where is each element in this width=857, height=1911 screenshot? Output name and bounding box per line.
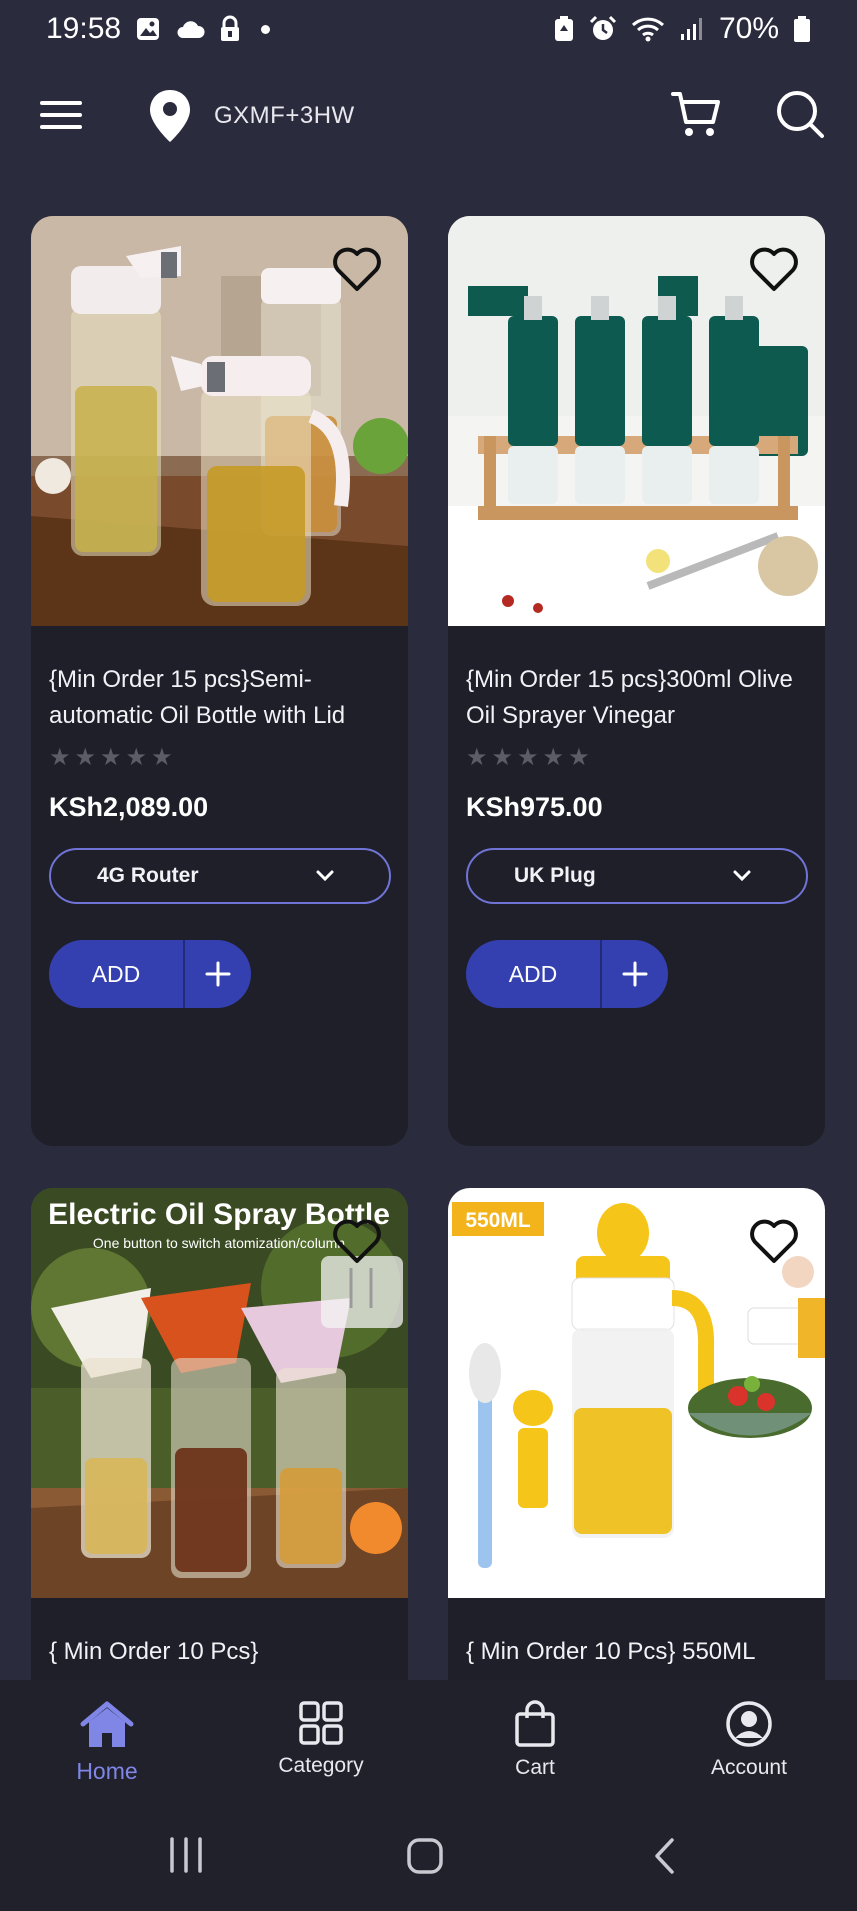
status-bar: 19:58 70%	[0, 0, 857, 58]
product-card[interactable]: 550ML {Min Order 10 Pcs} 550ML	[448, 1188, 825, 1708]
system-navigation-bar	[0, 1797, 857, 1911]
status-time: 19:58	[46, 12, 122, 45]
product-image[interactable]: 550ML	[448, 1188, 825, 1598]
product-title[interactable]: { Min Order 10 Pcs}	[49, 1634, 394, 1670]
add-label: ADD	[91, 960, 141, 987]
star-icon: ★	[517, 744, 539, 771]
favorite-heart-icon[interactable]	[332, 1218, 382, 1264]
product-title[interactable]: { Min Order 10 Pcs} 550ML	[466, 1634, 811, 1670]
cloud-icon	[175, 18, 205, 40]
product-price: KSh975.00	[466, 792, 603, 822]
shopping-bag-icon	[515, 1700, 555, 1747]
recent-apps-icon[interactable]	[166, 1837, 206, 1873]
star-icon: ★	[125, 744, 148, 771]
capacity-badge: 550ML	[465, 1209, 531, 1232]
lock-icon	[219, 15, 241, 43]
plus-icon[interactable]	[185, 961, 251, 987]
grid-icon	[299, 1701, 343, 1745]
product-price: KSh2,089.00	[49, 792, 209, 822]
product-image[interactable]	[448, 216, 825, 626]
product-card[interactable]: {Min Order 15 pcs}Semi-automatic Oil Bot…	[31, 216, 408, 1146]
favorite-heart-icon[interactable]	[332, 246, 382, 292]
alarm-icon	[589, 15, 617, 43]
star-icon: ★	[542, 744, 565, 771]
nav-cart[interactable]: Cart	[428, 1680, 642, 1797]
notification-dot-icon	[261, 24, 271, 34]
product-image[interactable]: Electric Oil Spray Bottle One button to …	[31, 1188, 408, 1598]
nav-label: Category	[278, 1754, 364, 1777]
menu-button[interactable]	[40, 92, 86, 138]
product-title[interactable]: {Min Order 15 pcs}300ml Olive Oil Spraye…	[466, 662, 811, 734]
battery-saver-icon	[553, 15, 575, 43]
home-button-icon[interactable]	[406, 1837, 444, 1875]
star-icon: ★	[568, 744, 590, 771]
cart-icon[interactable]	[670, 88, 722, 145]
wifi-icon	[631, 16, 665, 42]
rating-stars: ★ ★ ★ ★ ★	[49, 746, 173, 770]
nav-account[interactable]: Account	[642, 1680, 856, 1797]
variant-select[interactable]: UK Plug	[466, 848, 808, 904]
star-icon: ★	[491, 744, 514, 771]
variant-value: 4G Router	[97, 864, 199, 887]
product-card[interactable]: {Min Order 15 pcs}300ml Olive Oil Spraye…	[448, 216, 825, 1146]
bottom-navigation: Home Category Cart Account	[0, 1680, 857, 1797]
image-notification-icon	[135, 16, 161, 42]
add-to-cart-button[interactable]: ADD	[466, 940, 668, 1008]
app-header: GXMF+3HW	[0, 72, 857, 160]
location-pin-icon[interactable]	[148, 88, 192, 149]
nav-home[interactable]: Home	[0, 1680, 214, 1797]
add-to-cart-button[interactable]: ADD	[49, 940, 251, 1008]
search-icon[interactable]	[776, 90, 826, 145]
variant-value: UK Plug	[514, 864, 596, 887]
favorite-heart-icon[interactable]	[749, 246, 799, 292]
battery-percent: 70%	[718, 12, 779, 45]
star-icon: ★	[151, 744, 173, 771]
star-icon: ★	[466, 744, 488, 771]
status-right: 70%	[553, 12, 811, 46]
product-title[interactable]: {Min Order 15 pcs}Semi-automatic Oil Bot…	[49, 662, 394, 734]
account-icon	[726, 1701, 772, 1747]
nav-label: Home	[76, 1758, 138, 1784]
home-icon	[80, 1701, 134, 1747]
variant-select[interactable]: 4G Router	[49, 848, 391, 904]
plus-icon[interactable]	[602, 961, 668, 987]
chevron-down-icon	[733, 870, 751, 882]
star-icon: ★	[49, 744, 71, 771]
nav-label: Cart	[515, 1756, 555, 1779]
add-label: ADD	[508, 960, 558, 987]
nav-category[interactable]: Category	[214, 1680, 428, 1797]
signal-icon	[679, 16, 705, 42]
product-image[interactable]	[31, 216, 408, 626]
product-card[interactable]: Electric Oil Spray Bottle One button to …	[31, 1188, 408, 1708]
hamburger-icon	[40, 101, 82, 105]
location-text[interactable]: GXMF+3HW	[214, 102, 355, 130]
rating-stars: ★ ★ ★ ★ ★	[466, 746, 590, 770]
status-left: 19:58	[46, 12, 271, 46]
favorite-heart-icon[interactable]	[749, 1218, 799, 1264]
chevron-down-icon	[316, 870, 334, 882]
star-icon: ★	[74, 744, 97, 771]
battery-icon	[793, 15, 811, 43]
star-icon: ★	[100, 744, 122, 771]
nav-label: Account	[711, 1756, 787, 1779]
back-icon[interactable]	[652, 1837, 678, 1875]
image-subheadline: One button to switch atomization/column	[93, 1235, 345, 1251]
